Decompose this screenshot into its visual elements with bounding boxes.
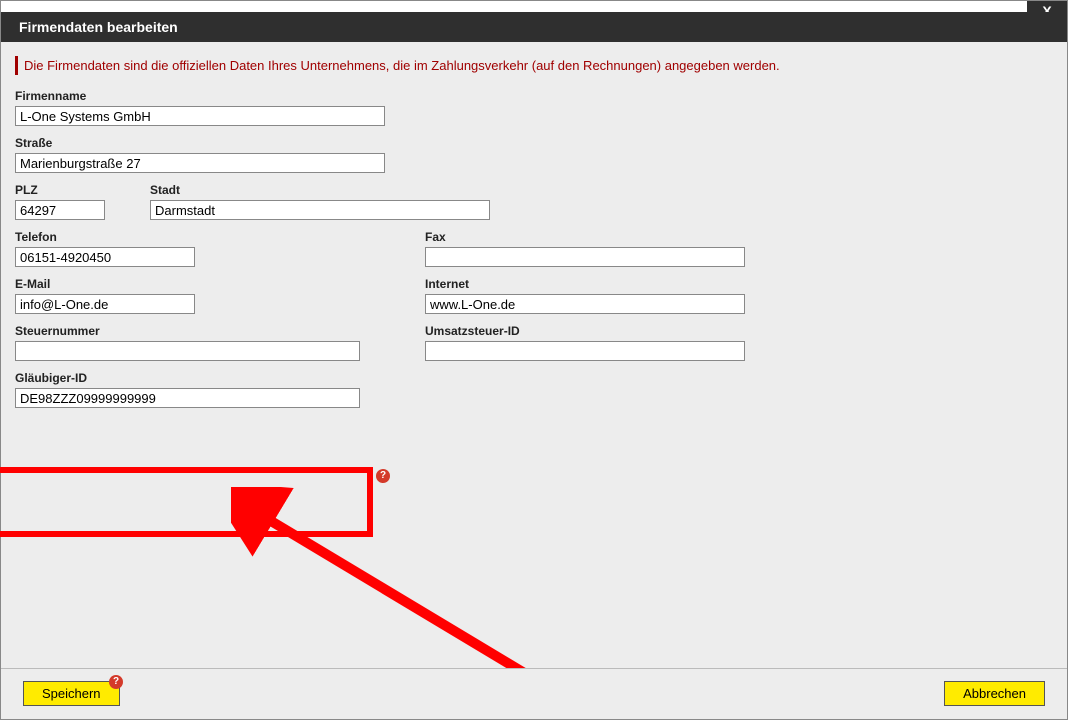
input-stadt[interactable]: [150, 200, 490, 220]
input-steuernummer[interactable]: [15, 341, 360, 361]
info-message: Die Firmendaten sind die offiziellen Dat…: [15, 56, 1053, 75]
dialog-window: X Firmendaten bearbeiten Die Firmendaten…: [0, 0, 1068, 720]
label-ustid: Umsatzsteuer-ID: [425, 324, 745, 338]
label-glaeubigerid: Gläubiger-ID: [15, 371, 425, 385]
label-internet: Internet: [425, 277, 745, 291]
help-icon[interactable]: ?: [109, 675, 123, 689]
input-glaeubigerid[interactable]: [15, 388, 360, 408]
cancel-button[interactable]: Abbrechen: [944, 681, 1045, 706]
label-plz: PLZ: [15, 183, 150, 197]
label-telefon: Telefon: [15, 230, 425, 244]
dialog-footer: Speichern ? Abbrechen: [1, 668, 1067, 719]
input-strasse[interactable]: [15, 153, 385, 173]
label-firmenname: Firmenname: [15, 89, 1053, 103]
input-internet[interactable]: [425, 294, 745, 314]
dialog-body: Die Firmendaten sind die offiziellen Dat…: [1, 42, 1067, 669]
label-strasse: Straße: [15, 136, 1053, 150]
input-fax[interactable]: [425, 247, 745, 267]
input-ustid[interactable]: [425, 341, 745, 361]
label-stadt: Stadt: [150, 183, 490, 197]
help-icon[interactable]: ?: [376, 469, 390, 483]
label-fax: Fax: [425, 230, 745, 244]
input-email[interactable]: [15, 294, 195, 314]
input-firmenname[interactable]: [15, 106, 385, 126]
save-button[interactable]: Speichern: [23, 681, 120, 706]
highlight-glaeubigerid: [0, 467, 373, 537]
input-telefon[interactable]: [15, 247, 195, 267]
label-steuernummer: Steuernummer: [15, 324, 425, 338]
label-email: E-Mail: [15, 277, 425, 291]
dialog-title: Firmendaten bearbeiten: [1, 12, 1067, 42]
company-form: Firmenname Straße PLZ Stadt Telefon: [1, 89, 1067, 408]
input-plz[interactable]: [15, 200, 105, 220]
